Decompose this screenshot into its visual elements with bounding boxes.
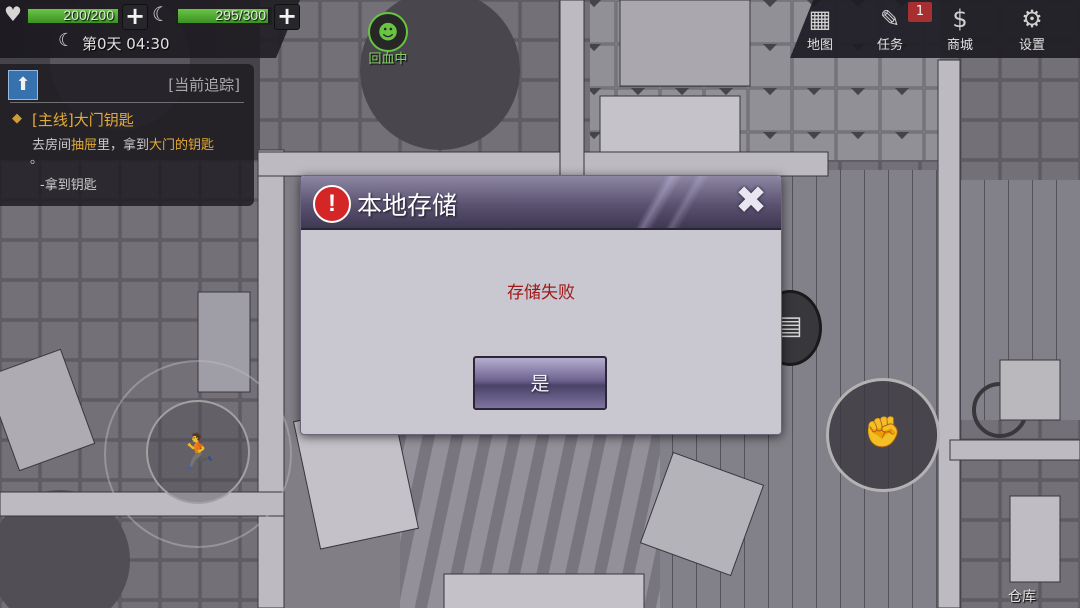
- dialog-header: ! 本地存储 ✖: [301, 176, 781, 230]
- confirm-button[interactable]: 是: [473, 356, 607, 410]
- warning-icon: !: [313, 185, 351, 223]
- dialog-title: 本地存储: [357, 191, 458, 220]
- dialog-message: 存储失败: [507, 283, 575, 303]
- header-decoration: [605, 176, 725, 228]
- save-dialog: ! 本地存储 ✖ 存储失败 是: [300, 175, 782, 435]
- close-icon[interactable]: ✖: [733, 181, 769, 219]
